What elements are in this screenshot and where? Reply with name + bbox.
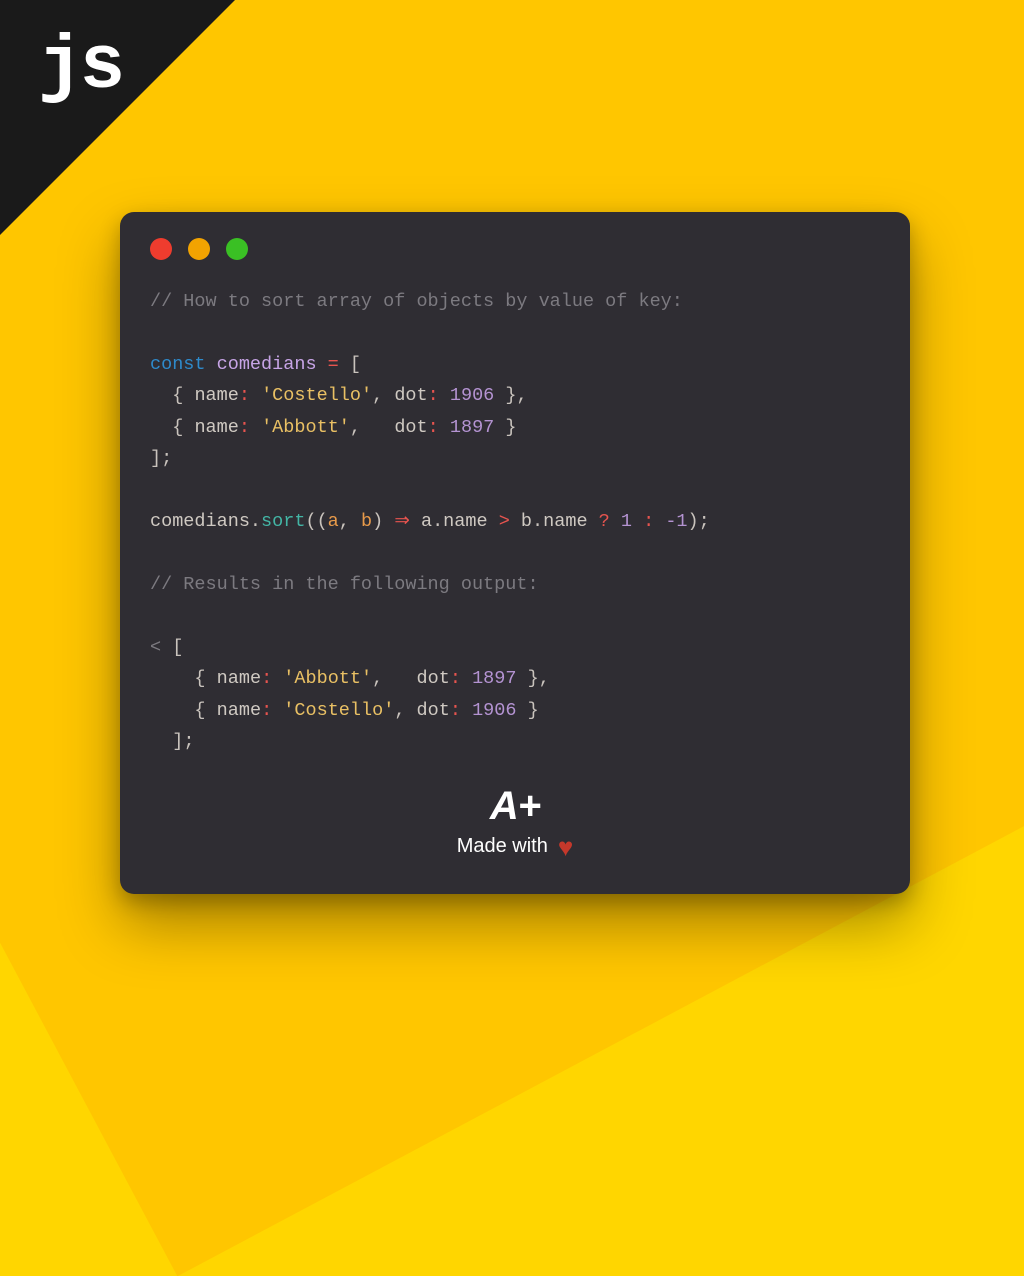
arrow: ⇒	[394, 511, 410, 532]
card-footer: A+ Made with ♥	[150, 786, 880, 860]
prop-name: name	[194, 417, 238, 438]
paren-close-semi: );	[688, 511, 710, 532]
brace-open: {	[194, 668, 205, 689]
dot: .	[432, 511, 443, 532]
comma: ,	[394, 700, 405, 721]
prop-name: name	[217, 668, 261, 689]
minimize-dot-icon[interactable]	[188, 238, 210, 260]
prop-dot: dot	[417, 668, 450, 689]
code-comment: // Results in the following output:	[150, 574, 539, 595]
qmark: ?	[599, 511, 610, 532]
num-1906: 1906	[450, 385, 494, 406]
num-1: 1	[621, 511, 632, 532]
prop-name: name	[194, 385, 238, 406]
output-chevron: <	[150, 637, 161, 658]
brace-open: {	[194, 700, 205, 721]
comma: ,	[539, 668, 550, 689]
brace-close: }	[505, 417, 516, 438]
num-1906: 1906	[472, 700, 516, 721]
colon: :	[428, 385, 439, 406]
code-comment: // How to sort array of objects by value…	[150, 291, 683, 312]
bracket-open: [	[172, 637, 183, 658]
comma: ,	[350, 417, 361, 438]
bracket-close: ];	[172, 731, 194, 752]
paren-close: )	[372, 511, 383, 532]
close-dot-icon[interactable]	[150, 238, 172, 260]
colon: :	[450, 668, 461, 689]
window-controls	[150, 238, 880, 260]
prop-name: name	[443, 511, 487, 532]
dot: .	[532, 511, 543, 532]
brace-open: {	[172, 417, 183, 438]
brace-close: }	[505, 385, 516, 406]
code-window: // How to sort array of objects by value…	[120, 212, 910, 894]
num-1897: 1897	[472, 668, 516, 689]
colon: :	[428, 417, 439, 438]
paren-open: (	[317, 511, 328, 532]
prop-dot: dot	[394, 417, 427, 438]
colon: :	[261, 700, 272, 721]
str-abbott: 'Abbott'	[283, 668, 372, 689]
maximize-dot-icon[interactable]	[226, 238, 248, 260]
js-logo-label: js	[38, 24, 121, 110]
aplus-logo: A+	[150, 786, 880, 826]
comma: ,	[372, 385, 383, 406]
operator-eq: =	[328, 354, 339, 375]
comma: ,	[339, 511, 350, 532]
prop-name: name	[543, 511, 587, 532]
prop-dot: dot	[394, 385, 427, 406]
var-comedians: comedians	[217, 354, 317, 375]
comma: ,	[517, 385, 528, 406]
param-a: a	[328, 511, 339, 532]
prop-dot: dot	[417, 700, 450, 721]
heart-icon: ♥	[558, 834, 573, 860]
str-abbott: 'Abbott'	[261, 417, 350, 438]
colon: :	[239, 385, 250, 406]
comma: ,	[372, 668, 383, 689]
str-costello: 'Costello'	[261, 385, 372, 406]
var-comedians: comedians	[150, 511, 250, 532]
code-block: // How to sort array of objects by value…	[150, 286, 880, 758]
num-1897: 1897	[450, 417, 494, 438]
param-b: b	[521, 511, 532, 532]
colon: :	[450, 700, 461, 721]
brace-close: }	[528, 668, 539, 689]
fn-sort: sort	[261, 511, 305, 532]
made-with-text: Made with	[457, 835, 548, 858]
paren-open: (	[305, 511, 316, 532]
bracket-open: [	[350, 354, 361, 375]
gt: >	[499, 511, 510, 532]
num-neg1: -1	[665, 511, 687, 532]
brace-open: {	[172, 385, 183, 406]
tern-colon: :	[643, 511, 654, 532]
made-with-label: Made with ♥	[150, 834, 880, 860]
param-a: a	[421, 511, 432, 532]
colon: :	[239, 417, 250, 438]
dot: .	[250, 511, 261, 532]
prop-name: name	[217, 700, 261, 721]
keyword-const: const	[150, 354, 206, 375]
brace-close: }	[528, 700, 539, 721]
param-b: b	[361, 511, 372, 532]
colon: :	[261, 668, 272, 689]
str-costello: 'Costello'	[283, 700, 394, 721]
bracket-close: ];	[150, 448, 172, 469]
